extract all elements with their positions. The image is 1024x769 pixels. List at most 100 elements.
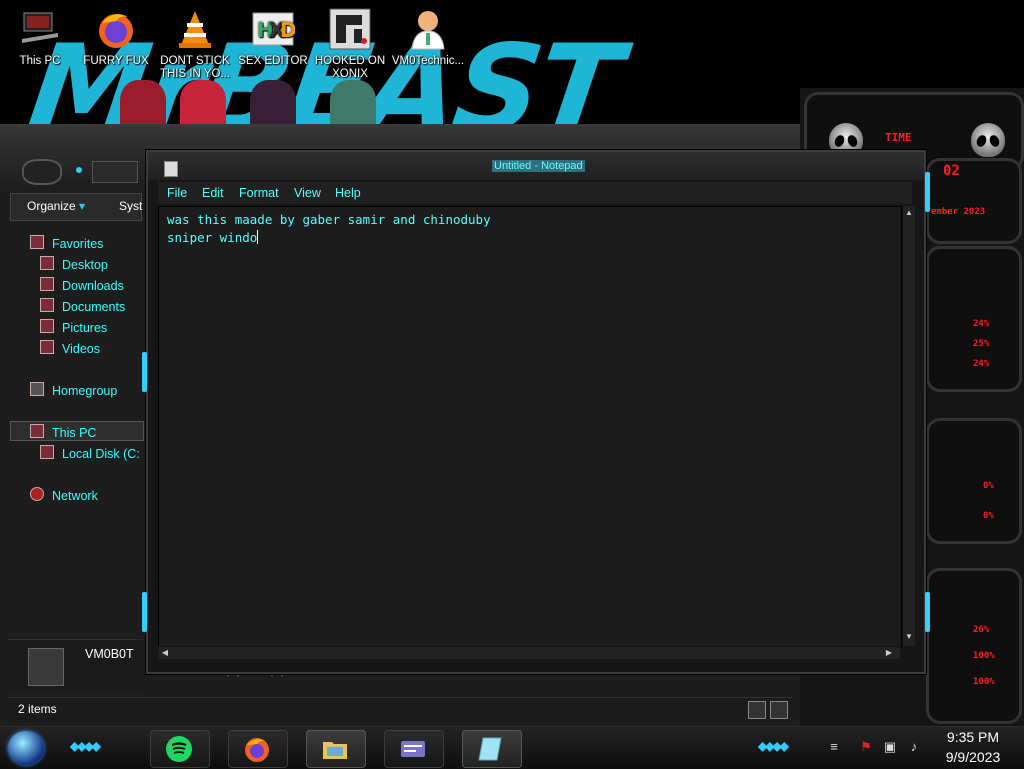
wallpaper-figure xyxy=(120,80,166,130)
text-line: sniper windo xyxy=(167,230,258,245)
taskbar-firefox-button[interactable] xyxy=(228,730,288,768)
taskbar-notepad-button[interactable] xyxy=(462,730,522,768)
taskbar-explorer-button[interactable] xyxy=(306,730,366,768)
details-view-button[interactable] xyxy=(748,701,766,719)
nav-local-disk[interactable]: Local Disk (C: xyxy=(40,445,140,461)
alien-head-icon xyxy=(971,123,1005,157)
back-button[interactable] xyxy=(22,159,62,185)
desktop-icon-furry-fux[interactable]: FURRY FUX xyxy=(78,4,154,68)
drive-icon xyxy=(40,445,54,459)
computer-icon xyxy=(28,648,64,686)
nav-this-pc[interactable]: This PC xyxy=(30,424,96,440)
gadget-date-number: 02 xyxy=(943,163,960,179)
disk-gadget: 26% 100% 100% xyxy=(926,568,1022,724)
nav-favorites[interactable]: Favorites xyxy=(30,235,103,251)
taskbar-decoration-icon: ◆◆◆◆ xyxy=(758,739,789,753)
taskbar: ◆◆◆◆ ◆◆◆◆ ≡ ⚑ ▣ ♪ 9:35 PM 9/9/2023 xyxy=(0,726,1024,769)
nav-documents[interactable]: Documents xyxy=(40,298,125,314)
frame-glow xyxy=(142,592,147,632)
vertical-scrollbar[interactable]: ▲ ▼ xyxy=(902,206,915,646)
notepad-window[interactable]: Untitled - Notepad File Edit Format View… xyxy=(142,150,930,674)
menu-bar: File Edit Format View Help xyxy=(158,182,912,204)
date-gadget: 02 ember 2023 xyxy=(926,158,1022,244)
window-title: Untitled - Notepad xyxy=(492,160,585,172)
show-hidden-icons-icon[interactable]: ≡ xyxy=(826,739,842,755)
cpu-value: 25% xyxy=(973,339,990,349)
nav-pictures[interactable]: Pictures xyxy=(40,319,107,335)
net-value: 0% xyxy=(983,481,994,491)
explorer-command-bar: Organize Syst xyxy=(10,193,142,221)
organize-button[interactable]: Organize xyxy=(27,199,85,213)
scroll-up-icon[interactable]: ▲ xyxy=(904,208,914,218)
menu-view[interactable]: View xyxy=(294,186,321,200)
disk-value: 100% xyxy=(973,651,995,661)
network-tray-icon[interactable]: ▣ xyxy=(882,739,898,755)
doctor-icon xyxy=(406,7,450,51)
nav-homegroup[interactable]: Homegroup xyxy=(30,382,117,398)
firefox-icon xyxy=(243,735,271,763)
taskbar-control-panel-button[interactable] xyxy=(384,730,444,768)
cpu-value: 24% xyxy=(973,359,990,369)
clock-date[interactable]: 9/9/2023 xyxy=(938,749,1008,765)
computer-icon xyxy=(30,424,44,438)
notepad-titlebar[interactable]: Untitled - Notepad xyxy=(148,152,924,180)
disk-value: 26% xyxy=(973,625,990,635)
wallpaper-figure xyxy=(250,80,296,130)
pictures-icon xyxy=(40,319,54,333)
menu-help[interactable]: Help xyxy=(335,186,361,200)
menu-edit[interactable]: Edit xyxy=(202,186,224,200)
frame-glow xyxy=(925,592,930,632)
taskbar-spotify-button[interactable] xyxy=(150,730,210,768)
gadget-date-text: ember 2023 xyxy=(931,207,986,217)
cpu-gadget: 24% 25% 24% xyxy=(926,246,1022,392)
nav-desktop[interactable]: Desktop xyxy=(40,256,108,272)
scroll-left-icon[interactable]: ◀ xyxy=(160,648,170,658)
desktop-icon-sex-editor[interactable]: HXD SEX EDITOR xyxy=(235,4,311,68)
spotify-icon xyxy=(165,735,193,763)
scroll-right-icon[interactable]: ▶ xyxy=(884,648,894,658)
notepad-icon xyxy=(477,735,505,763)
text-editor-area[interactable]: was this maade by gaber samir and chinod… xyxy=(158,206,902,648)
horizontal-scrollbar[interactable]: ◀ ▶ xyxy=(158,646,900,659)
notepad-icon xyxy=(164,161,178,177)
large-icons-view-button[interactable] xyxy=(770,701,788,719)
nav-downloads[interactable]: Downloads xyxy=(40,277,124,293)
desktop-icon-this-pc[interactable]: This PC xyxy=(2,4,78,68)
address-bar[interactable] xyxy=(92,161,138,183)
vlc-icon xyxy=(173,7,217,51)
cpu-value: 24% xyxy=(973,319,990,329)
clock-time[interactable]: 9:35 PM xyxy=(938,729,1008,745)
menu-format[interactable]: Format xyxy=(239,186,279,200)
nav-videos[interactable]: Videos xyxy=(40,340,100,356)
action-center-flag-icon[interactable]: ⚑ xyxy=(858,739,874,755)
downloads-icon xyxy=(40,277,54,291)
menu-file[interactable]: File xyxy=(167,186,187,200)
control-panel-icon xyxy=(399,735,427,763)
details-pane: VM0B0T xyxy=(8,639,143,690)
start-button[interactable] xyxy=(8,731,44,765)
desktop-icon xyxy=(40,256,54,270)
wallpaper-figure xyxy=(180,80,226,130)
volume-icon[interactable]: ♪ xyxy=(906,739,922,755)
desktop-icon-vm0technic[interactable]: VM0Technic... xyxy=(390,4,466,68)
desktop-icon-hooked-on-xonix[interactable]: HOOKED ON XONIX xyxy=(312,4,388,81)
gadget-time-label: TIME xyxy=(885,131,912,144)
game-icon xyxy=(328,7,372,51)
folder-icon xyxy=(321,735,349,763)
scroll-down-icon[interactable]: ▼ xyxy=(904,632,914,642)
network-icon xyxy=(30,487,44,501)
nav-network[interactable]: Network xyxy=(30,487,98,503)
taskbar-decoration-icon: ◆◆◆◆ xyxy=(70,739,101,753)
system-properties-button[interactable]: Syst xyxy=(119,199,142,213)
computer-name: VM0B0T xyxy=(85,647,134,661)
star-icon xyxy=(30,235,44,249)
text-caret xyxy=(257,230,259,244)
item-count: 2 items xyxy=(18,702,57,716)
documents-icon xyxy=(40,298,54,312)
disk-value: 100% xyxy=(973,677,995,687)
svg-text:D: D xyxy=(280,18,295,42)
wallpaper-figure xyxy=(330,80,376,130)
net-value: 0% xyxy=(983,511,994,521)
desktop-icon-vlc[interactable]: DONT STICK THIS IN YO... xyxy=(157,4,233,81)
status-bar: 2 items xyxy=(8,697,792,722)
